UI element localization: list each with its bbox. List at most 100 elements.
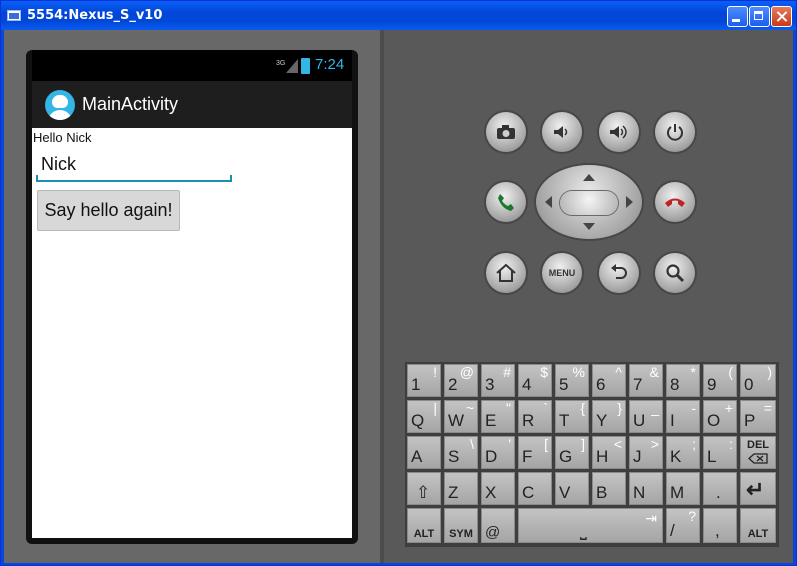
app-launcher-icon[interactable] bbox=[45, 90, 75, 120]
key[interactable]: E " bbox=[481, 400, 515, 433]
key[interactable]: 7 & bbox=[629, 364, 663, 397]
key-main: R bbox=[522, 411, 535, 430]
comma-key[interactable]: , bbox=[703, 508, 737, 543]
space-key[interactable]: ⎵ ⇥ bbox=[518, 508, 663, 543]
shift-key[interactable]: ⇧ bbox=[407, 472, 441, 505]
key[interactable]: 3 # bbox=[481, 364, 515, 397]
key[interactable]: 6 ^ bbox=[592, 364, 626, 397]
key[interactable]: B bbox=[592, 472, 626, 505]
activity-content: Hello Nick Say hello again! bbox=[32, 128, 352, 538]
volume-up-button[interactable] bbox=[599, 112, 639, 152]
menu-button[interactable]: MENU bbox=[542, 253, 582, 293]
key[interactable]: 1! bbox=[407, 364, 441, 397]
dpad-right-icon[interactable] bbox=[626, 196, 633, 208]
key-main: 6 bbox=[596, 375, 606, 394]
key-main: / bbox=[670, 521, 675, 540]
key[interactable]: R ` bbox=[518, 400, 552, 433]
key[interactable]: 8 * bbox=[666, 364, 700, 397]
key[interactable]: V bbox=[555, 472, 589, 505]
status-bar: 3G 7:24 bbox=[32, 50, 352, 81]
alt-key-right[interactable]: ALT bbox=[740, 508, 776, 543]
menu-label: MENU bbox=[548, 268, 576, 278]
key-main: E bbox=[485, 411, 497, 430]
camera-button[interactable] bbox=[486, 112, 526, 152]
key-main: G bbox=[559, 447, 573, 466]
key[interactable]: L: bbox=[703, 436, 737, 469]
alt-key-left[interactable]: ALT bbox=[407, 508, 441, 543]
dpad-up-icon[interactable] bbox=[583, 174, 595, 181]
key[interactable]: X bbox=[481, 472, 515, 505]
dpad-down-icon[interactable] bbox=[583, 223, 595, 230]
key[interactable]: T{ bbox=[555, 400, 589, 433]
dpad-center-button[interactable] bbox=[560, 191, 618, 215]
power-button[interactable] bbox=[655, 112, 695, 152]
key-shift: ; bbox=[692, 436, 696, 452]
key-shift: & bbox=[649, 364, 659, 380]
key[interactable]: F[ bbox=[518, 436, 552, 469]
sym-key[interactable]: SYM bbox=[444, 508, 478, 543]
key[interactable]: K; bbox=[666, 436, 700, 469]
key[interactable]: C bbox=[518, 472, 552, 505]
greeting-text: Hello Nick bbox=[33, 130, 92, 145]
home-icon bbox=[496, 263, 516, 282]
key-shift: - bbox=[691, 400, 696, 416]
key-main: W bbox=[448, 411, 465, 430]
key-shift: + bbox=[724, 400, 733, 416]
close-button[interactable] bbox=[771, 6, 792, 27]
key[interactable]: 2 @ bbox=[444, 364, 478, 397]
key[interactable]: 0) bbox=[740, 364, 776, 397]
key[interactable]: W ~ bbox=[444, 400, 478, 433]
key[interactable]: P = bbox=[740, 400, 776, 433]
delete-key[interactable]: DEL bbox=[740, 436, 776, 469]
back-icon bbox=[611, 264, 627, 279]
key-main: N bbox=[633, 483, 646, 502]
search-button[interactable] bbox=[655, 253, 695, 293]
key[interactable]: G] bbox=[555, 436, 589, 469]
title-bar[interactable]: 5554:Nexus_S_v10 bbox=[1, 1, 796, 30]
dpad-left-icon[interactable] bbox=[545, 196, 552, 208]
maximize-button[interactable] bbox=[749, 6, 770, 27]
key[interactable]: J > bbox=[629, 436, 663, 469]
say-hello-button[interactable]: Say hello again! bbox=[37, 190, 180, 231]
end-call-icon bbox=[665, 198, 685, 207]
device-screen-frame: 3G 7:24 MainActivity Hello Nick Say hell… bbox=[26, 50, 358, 544]
key-main: I bbox=[670, 411, 675, 430]
key[interactable]: O + bbox=[703, 400, 737, 433]
key[interactable]: D ' bbox=[481, 436, 515, 469]
key[interactable]: I- bbox=[666, 400, 700, 433]
key-shift: \ bbox=[470, 436, 474, 452]
sym-label: SYM bbox=[449, 528, 473, 540]
dpad[interactable] bbox=[536, 165, 642, 239]
key[interactable]: Y} bbox=[592, 400, 626, 433]
key-shift: < bbox=[613, 436, 622, 452]
volume-down-button[interactable] bbox=[542, 112, 582, 152]
key[interactable]: N bbox=[629, 472, 663, 505]
key[interactable]: 5% bbox=[555, 364, 589, 397]
key[interactable]: Z bbox=[444, 472, 478, 505]
key-main: X bbox=[485, 483, 497, 502]
key[interactable]: S \ bbox=[444, 436, 478, 469]
key-main: 9 bbox=[707, 375, 717, 394]
back-button[interactable] bbox=[599, 253, 639, 293]
at-key[interactable]: @ bbox=[481, 508, 515, 543]
key-main: 5 bbox=[559, 375, 569, 394]
key[interactable]: A bbox=[407, 436, 441, 469]
call-button[interactable] bbox=[486, 182, 526, 222]
key[interactable]: 4 $ bbox=[518, 364, 552, 397]
key-main: 7 bbox=[633, 375, 643, 394]
key[interactable]: 9( bbox=[703, 364, 737, 397]
network-type: 3G bbox=[276, 60, 286, 67]
key[interactable]: U _ bbox=[629, 400, 663, 433]
name-field[interactable] bbox=[36, 148, 232, 182]
key[interactable]: . bbox=[703, 472, 737, 505]
end-call-button[interactable] bbox=[655, 182, 695, 222]
name-input[interactable] bbox=[41, 154, 221, 175]
minimize-button[interactable] bbox=[727, 6, 748, 27]
enter-key[interactable]: ↵ bbox=[740, 472, 776, 505]
key[interactable]: H < bbox=[592, 436, 626, 469]
key-main: 8 bbox=[670, 375, 680, 394]
slash-key[interactable]: /? bbox=[666, 508, 700, 543]
key[interactable]: M bbox=[666, 472, 700, 505]
home-button[interactable] bbox=[486, 253, 526, 293]
key[interactable]: Q | bbox=[407, 400, 441, 433]
